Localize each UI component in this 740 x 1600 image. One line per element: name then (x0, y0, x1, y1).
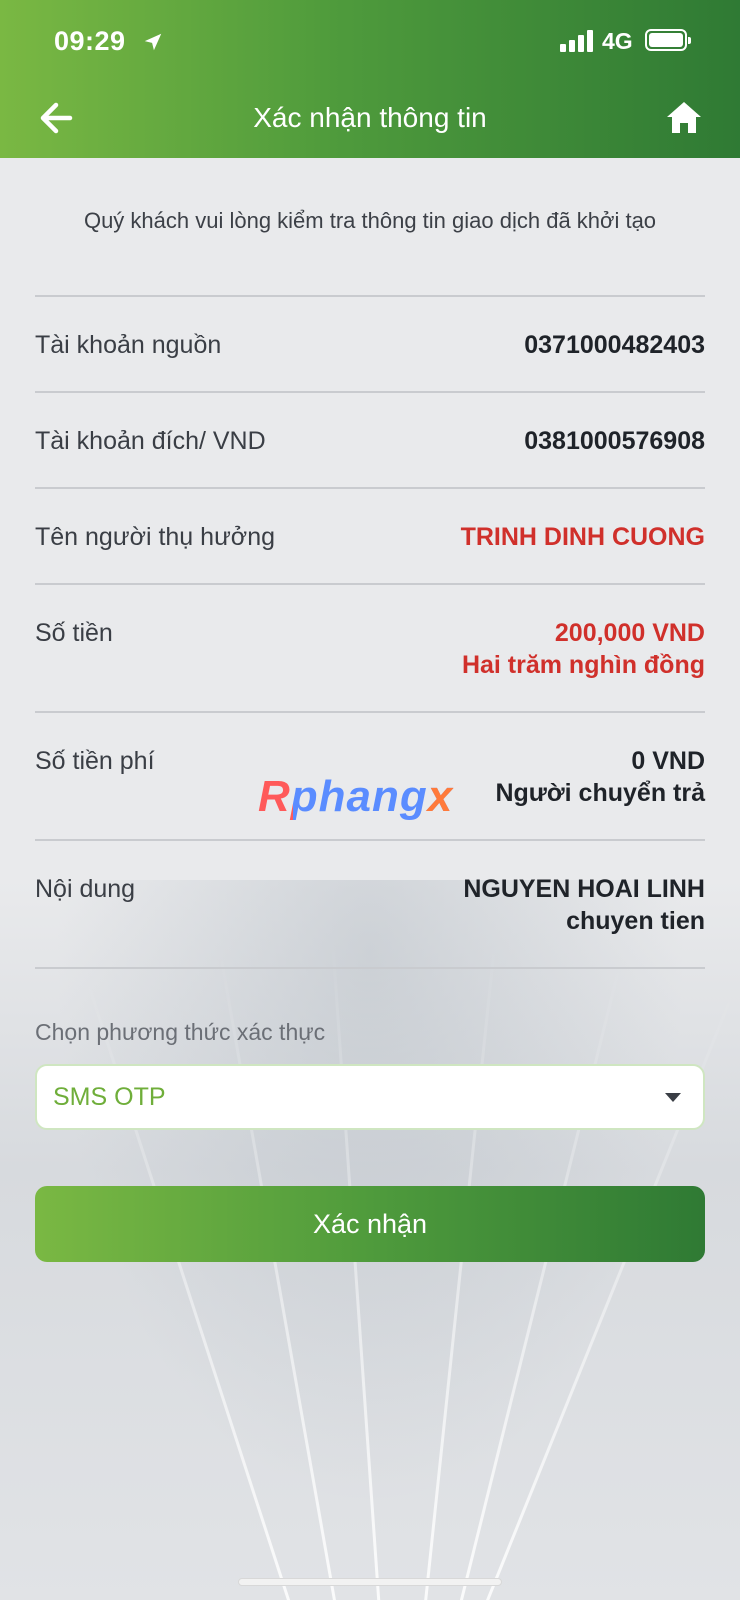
network-type: 4G (602, 28, 633, 54)
intro-text: Quý khách vui lòng kiểm tra thông tin gi… (83, 208, 657, 233)
location-arrow-icon (144, 33, 162, 51)
row-value: 0371000482403 (524, 331, 705, 359)
auth-method-value: SMS OTP (53, 1082, 166, 1111)
row-amount: Số tiền 200,000 VND Hai trăm nghìn đồng (35, 585, 705, 713)
row-label: Số tiền (35, 619, 113, 647)
amount-number: 200,000 VND (554, 619, 705, 647)
watermark-x: x (427, 772, 454, 821)
confirm-button[interactable]: Xác nhận (35, 1186, 705, 1262)
row-label: Tài khoản đích/ VND (35, 427, 266, 455)
fee-payer: Người chuyển trả (495, 779, 705, 807)
battery-icon (645, 29, 691, 51)
row-value: 0381000576908 (524, 427, 705, 455)
row-source-account: Tài khoản nguồn 0371000482403 (35, 297, 705, 393)
cellular-signal-icon (560, 30, 594, 52)
confirmation-content: Quý khách vui lòng kiểm tra thông tin gi… (35, 158, 705, 1262)
transaction-details: Tài khoản nguồn 0371000482403 Tài khoản … (35, 295, 705, 969)
home-icon[interactable] (664, 98, 704, 138)
caret-down-icon (665, 1092, 681, 1102)
amount-words: Hai trăm nghìn đồng (461, 651, 705, 679)
row-beneficiary-name: Tên người thụ hưởng TRINH DINH CUONG (35, 489, 705, 585)
row-content: Nội dung NGUYEN HOAI LINH chuyen tien (35, 841, 705, 969)
row-value-group: 0 VND Người chuyển trả (495, 745, 705, 809)
row-label: Tên người thụ hưởng (35, 523, 276, 551)
watermark-logo: Rphangx (258, 772, 453, 822)
home-indicator[interactable] (238, 1578, 502, 1586)
auth-method-select[interactable]: SMS OTP (35, 1064, 705, 1130)
row-destination-account: Tài khoản đích/ VND 0381000576908 (35, 393, 705, 489)
auth-method-label: Chọn phương thức xác thực (35, 1019, 326, 1045)
row-label: Số tiền phí (35, 747, 155, 775)
fee-amount: 0 VND (631, 747, 705, 775)
row-value: TRINH DINH CUONG (460, 523, 705, 551)
row-label: Nội dung (35, 875, 136, 903)
row-value-group: 200,000 VND Hai trăm nghìn đồng (462, 617, 705, 681)
watermark-main: Rphang (258, 772, 428, 821)
content-line-2: chuyen tien (566, 907, 705, 935)
content-line-1: NGUYEN HOAI LINH (463, 875, 705, 903)
status-time: 09:29 (54, 26, 126, 56)
row-label: Tài khoản nguồn (35, 331, 222, 359)
page-title: Xác nhận thông tin (253, 102, 487, 133)
row-value-group: NGUYEN HOAI LINH chuyen tien (463, 873, 705, 937)
app-header: 09:29 4G Xác nhận thông tin (0, 0, 740, 158)
